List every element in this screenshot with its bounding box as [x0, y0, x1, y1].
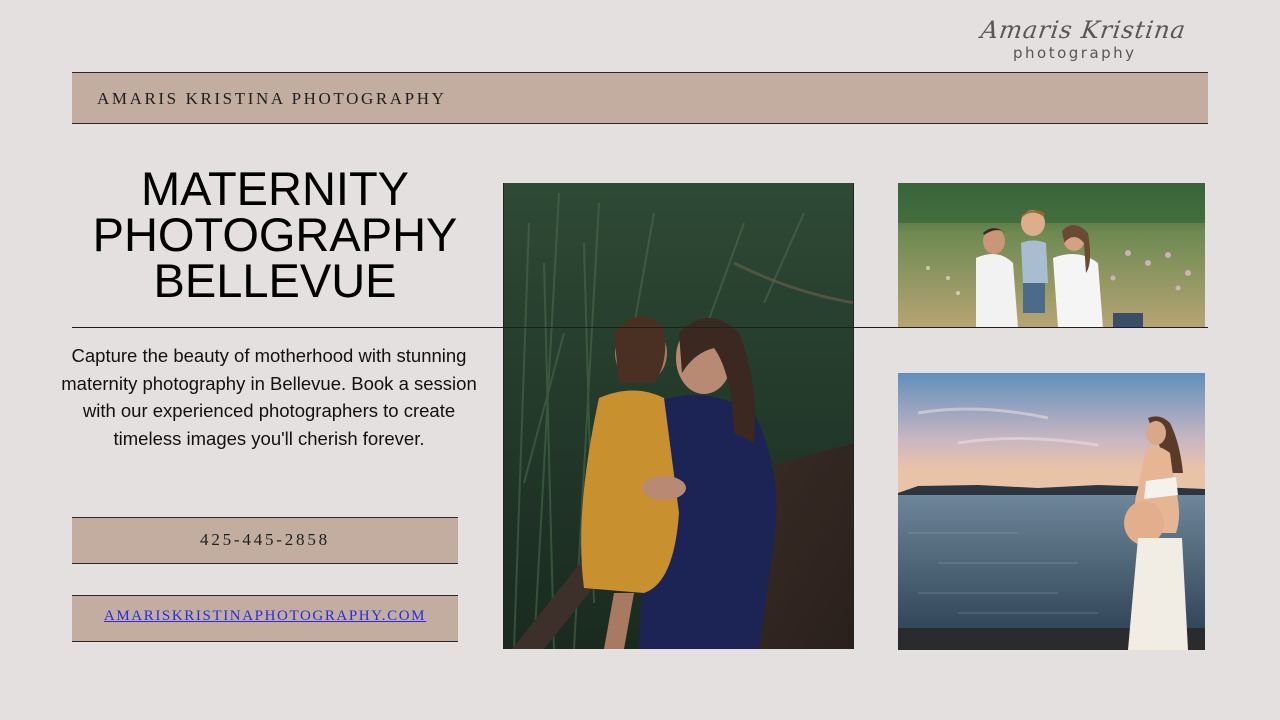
header-title: AMARIS KRISTINA PHOTOGRAPHY: [97, 89, 447, 108]
logo-sub-text: photography: [1013, 44, 1137, 62]
page-title: MATERNITY PHOTOGRAPHY BELLEVUE: [72, 165, 478, 307]
brand-logo: Amaris Kristina photography: [975, 16, 1205, 68]
section-divider: [72, 327, 1208, 328]
phone-box: 425-445-2858: [72, 517, 458, 564]
mother-daughter-photo: [503, 183, 854, 649]
logo-script-text: Amaris Kristina: [979, 16, 1188, 44]
maternity-beach-photo: [898, 373, 1205, 650]
website-box: AMARISKRISTINAPHOTOGRAPHY.COM: [72, 595, 458, 642]
website-link[interactable]: AMARISKRISTINAPHOTOGRAPHY.COM: [104, 608, 426, 625]
header-band: AMARIS KRISTINA PHOTOGRAPHY: [72, 72, 1208, 124]
title-line-3: BELLEVUE: [153, 254, 397, 307]
family-meadow-photo: [898, 183, 1205, 328]
phone-number: 425-445-2858: [200, 530, 330, 549]
description-text: Capture the beauty of motherhood with st…: [61, 345, 477, 449]
